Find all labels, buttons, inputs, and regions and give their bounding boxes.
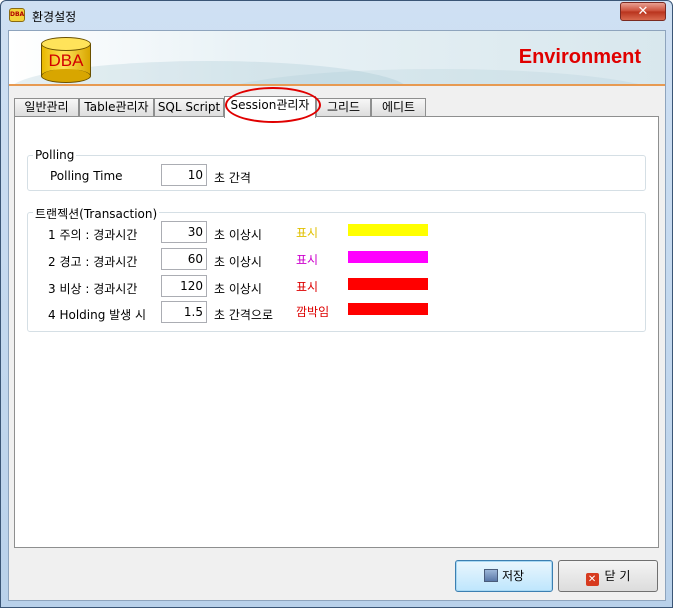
settings-window: DBA 환경설정 ✕ DBA Environment 일반관리 Table관리자…	[0, 0, 673, 608]
caution-color-swatch[interactable]	[348, 224, 428, 236]
emergency-unit: 초 이상시	[214, 282, 262, 296]
save-icon	[483, 569, 498, 582]
tab-session-manager[interactable]: Session관리자	[224, 96, 316, 118]
save-button-label: 저장	[501, 569, 525, 583]
database-icon-top	[41, 37, 91, 51]
database-icon-bottom	[41, 69, 91, 83]
title-bar[interactable]: DBA 환경설정 ✕	[1, 1, 672, 30]
caution-seconds-input[interactable]: 30	[161, 221, 207, 243]
transaction-group: 트랜젝션(Transaction) 1 주의 : 경과시간 30 초 이상시 표…	[27, 205, 646, 332]
polling-time-input[interactable]: 10	[161, 164, 207, 186]
caution-label: 1 주의 : 경과시간	[48, 228, 138, 242]
window-close-button[interactable]: ✕	[620, 2, 666, 21]
warning-color-swatch[interactable]	[348, 251, 428, 263]
polling-time-unit: 초 간격	[214, 171, 251, 185]
close-button[interactable]: ✕ 닫 기	[558, 560, 658, 592]
emergency-label: 3 비상 : 경과시간	[48, 282, 138, 296]
window-title: 환경설정	[32, 10, 77, 24]
holding-label: 4 Holding 발생 시	[48, 308, 147, 322]
warning-unit: 초 이상시	[214, 255, 262, 269]
warning-seconds-input[interactable]: 60	[161, 248, 207, 270]
polling-time-label: Polling Time	[50, 169, 123, 183]
transaction-group-title: 트랜젝션(Transaction)	[33, 205, 160, 222]
emergency-seconds-input[interactable]: 120	[161, 275, 207, 297]
client-area: DBA Environment 일반관리 Table관리자 SQL Script…	[8, 30, 666, 601]
tab-table-manager[interactable]: Table관리자	[79, 98, 154, 117]
tab-edit[interactable]: 에디트	[371, 98, 426, 117]
tab-sql-script[interactable]: SQL Script	[154, 98, 224, 117]
holding-color-swatch[interactable]	[348, 303, 428, 315]
tab-general[interactable]: 일반관리	[14, 98, 79, 117]
caution-status: 표시	[296, 226, 319, 240]
database-icon: DBA	[41, 37, 91, 83]
banner-heading: Environment	[518, 46, 641, 68]
polling-group-title: Polling	[33, 148, 77, 162]
session-manager-panel: Polling Polling Time 10 초 간격 트랜젝션(Transa…	[14, 116, 659, 548]
save-button[interactable]: 저장	[455, 560, 553, 592]
polling-group: Polling Polling Time 10 초 간격	[27, 148, 646, 191]
holding-status: 깜박임	[296, 305, 330, 319]
close-icon: ✕	[585, 573, 599, 586]
dba-app-icon: DBA	[9, 8, 25, 22]
caution-unit: 초 이상시	[214, 228, 262, 242]
close-button-label: 닫 기	[604, 569, 631, 583]
emergency-status: 표시	[296, 280, 319, 294]
warning-status: 표시	[296, 253, 319, 267]
emergency-color-swatch[interactable]	[348, 278, 428, 290]
tab-strip: 일반관리 Table관리자 SQL Script Session관리자 그리드 …	[14, 87, 654, 123]
tab-grid[interactable]: 그리드	[316, 98, 371, 117]
holding-interval-input[interactable]: 1.5	[161, 301, 207, 323]
header-banner: DBA Environment	[9, 31, 665, 86]
database-icon-label: DBA	[48, 51, 84, 70]
warning-label: 2 경고 : 경과시간	[48, 255, 138, 269]
holding-unit: 초 간격으로	[214, 308, 274, 322]
